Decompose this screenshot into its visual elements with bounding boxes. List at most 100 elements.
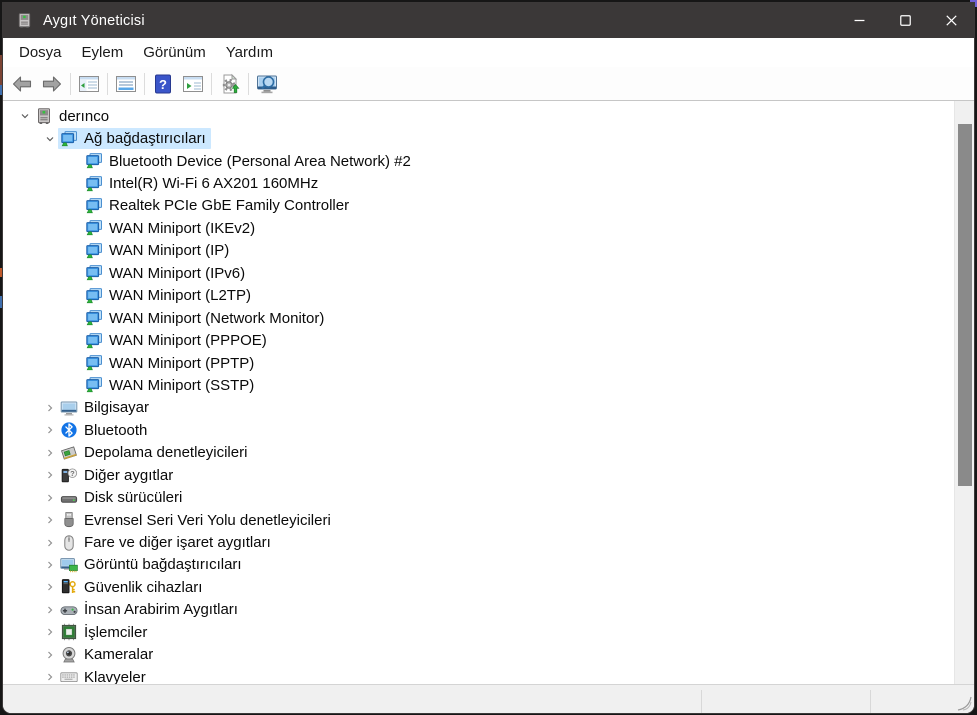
chevron-right-icon[interactable]: [42, 467, 58, 483]
tree-item-body[interactable]: İşlemciler: [58, 622, 152, 643]
tree-item-body[interactable]: WAN Miniport (PPTP): [83, 353, 259, 374]
close-button[interactable]: [928, 3, 974, 38]
tree-item-body[interactable]: Evrensel Seri Veri Yolu denetleyicileri: [58, 510, 336, 531]
tree-item[interactable]: Disk sürücüleri: [3, 486, 954, 508]
tree-item[interactable]: Bluetooth Device (Personal Area Network)…: [3, 150, 954, 172]
resize-grip-icon[interactable]: [956, 695, 972, 711]
chevron-right-icon[interactable]: [42, 669, 58, 684]
search-computer-button[interactable]: [252, 69, 282, 99]
chevron-right-icon[interactable]: [42, 445, 58, 461]
chevron-right-icon[interactable]: [42, 400, 58, 416]
tree-item-body[interactable]: Bluetooth: [58, 420, 152, 441]
chevron-right-icon[interactable]: [42, 579, 58, 595]
search-computer-icon: [255, 72, 279, 96]
network-adapter-icon: [85, 152, 103, 170]
menu-yardim[interactable]: Yardım: [216, 38, 283, 67]
chevron-right-icon[interactable]: [42, 557, 58, 573]
vertical-scrollbar[interactable]: [954, 101, 974, 684]
menu-gorunum[interactable]: Görünüm: [133, 38, 216, 67]
tree-item[interactable]: Bilgisayar: [3, 397, 954, 419]
tree-item-body[interactable]: Disk sürücüleri: [58, 487, 187, 508]
tree-item[interactable]: WAN Miniport (IPv6): [3, 262, 954, 284]
tree-item[interactable]: derınco: [3, 105, 954, 127]
tree-item[interactable]: WAN Miniport (PPPOE): [3, 329, 954, 351]
chevron-right-icon[interactable]: [42, 602, 58, 618]
chevron-right-icon[interactable]: [42, 647, 58, 663]
tree-item-body[interactable]: İnsan Arabirim Aygıtları: [58, 599, 243, 620]
tree-item-body[interactable]: Klavyeler: [58, 667, 151, 684]
tree-item-body[interactable]: WAN Miniport (IP): [83, 240, 234, 261]
hid-icon: [60, 601, 78, 619]
tree-item[interactable]: WAN Miniport (L2TP): [3, 285, 954, 307]
chevron-right-icon[interactable]: [42, 422, 58, 438]
tree-item-body[interactable]: WAN Miniport (SSTP): [83, 375, 259, 396]
maximize-button[interactable]: [882, 3, 928, 38]
tree-item-body[interactable]: Fare ve diğer işaret aygıtları: [58, 532, 276, 553]
tree-item-body[interactable]: WAN Miniport (Network Monitor): [83, 308, 329, 329]
forward-arrow-icon: [40, 72, 64, 96]
tree-item-body[interactable]: Realtek PCIe GbE Family Controller: [83, 195, 354, 216]
tree-item-label: Diğer aygıtlar: [84, 466, 174, 484]
tree-item-body[interactable]: Bilgisayar: [58, 397, 154, 418]
tree-item[interactable]: Ağ bağdaştırıcıları: [3, 127, 954, 150]
chevron-down-icon[interactable]: [42, 131, 58, 147]
tree-item-body[interactable]: Görüntü bağdaştırıcıları: [58, 554, 247, 575]
security-icon: [60, 578, 78, 596]
tree-item-body[interactable]: WAN Miniport (IKEv2): [83, 218, 260, 239]
tree-item[interactable]: WAN Miniport (PPTP): [3, 352, 954, 374]
bluetooth-icon: [60, 421, 78, 439]
tree-item-body[interactable]: Güvenlik cihazları: [58, 577, 207, 598]
tree-item[interactable]: İnsan Arabirim Aygıtları: [3, 599, 954, 621]
tree-item[interactable]: Görüntü bağdaştırıcıları: [3, 554, 954, 576]
action-pane-button[interactable]: [178, 69, 208, 99]
properties-button[interactable]: [111, 69, 141, 99]
tree-item[interactable]: WAN Miniport (Network Monitor): [3, 307, 954, 329]
network-adapter-icon: [85, 332, 103, 350]
chevron-down-icon[interactable]: [17, 108, 33, 124]
tree-item[interactable]: Fare ve diğer işaret aygıtları: [3, 531, 954, 553]
tree-item-label: Disk sürücüleri: [84, 489, 183, 507]
tree-item[interactable]: Depolama denetleyicileri: [3, 442, 954, 464]
chevron-right-icon[interactable]: [42, 535, 58, 551]
cpu-icon: [60, 623, 78, 641]
scrollbar-thumb[interactable]: [958, 124, 972, 486]
minimize-button[interactable]: [836, 3, 882, 38]
tree-item[interactable]: Klavyeler: [3, 666, 954, 684]
network-adapter-icon: [85, 309, 103, 327]
chevron-right-icon[interactable]: [42, 512, 58, 528]
scan-hardware-changes-button[interactable]: [215, 69, 245, 99]
tree-item-body[interactable]: WAN Miniport (PPPOE): [83, 330, 272, 351]
chevron-right-icon[interactable]: [42, 490, 58, 506]
tree-item-body[interactable]: Kameralar: [58, 644, 158, 665]
tree-item[interactable]: Güvenlik cihazları: [3, 576, 954, 598]
tree-item[interactable]: WAN Miniport (IKEv2): [3, 217, 954, 239]
tree-item-body[interactable]: Intel(R) Wi-Fi 6 AX201 160MHz: [83, 173, 323, 194]
tree-item[interactable]: Realtek PCIe GbE Family Controller: [3, 195, 954, 217]
chevron-right-icon[interactable]: [42, 624, 58, 640]
tree-item[interactable]: WAN Miniport (IP): [3, 240, 954, 262]
tree-item[interactable]: Bluetooth: [3, 419, 954, 441]
help-button[interactable]: ?: [148, 69, 178, 99]
console-tree-button[interactable]: [74, 69, 104, 99]
tree-item[interactable]: İşlemciler: [3, 621, 954, 643]
back-button[interactable]: [7, 69, 37, 99]
tree-item-body[interactable]: derınco: [33, 106, 114, 127]
menu-eylem[interactable]: Eylem: [72, 38, 134, 67]
network-adapter-icon: [85, 287, 103, 305]
tree-item-body[interactable]: Depolama denetleyicileri: [58, 442, 252, 463]
tree-item-body[interactable]: Bluetooth Device (Personal Area Network)…: [83, 151, 416, 172]
tree-item[interactable]: ? Diğer aygıtlar: [3, 464, 954, 486]
tree-item[interactable]: Kameralar: [3, 644, 954, 666]
forward-button[interactable]: [37, 69, 67, 99]
tree-item[interactable]: WAN Miniport (SSTP): [3, 374, 954, 396]
tree-item-body[interactable]: ? Diğer aygıtlar: [58, 465, 178, 486]
tree-item-body[interactable]: WAN Miniport (L2TP): [83, 285, 256, 306]
menu-dosya[interactable]: Dosya: [9, 38, 72, 67]
tree-item-selected[interactable]: Ağ bağdaştırıcıları: [58, 128, 211, 150]
tree-item-body[interactable]: WAN Miniport (IPv6): [83, 263, 250, 284]
tree-item[interactable]: Evrensel Seri Veri Yolu denetleyicileri: [3, 509, 954, 531]
tree-item[interactable]: Intel(R) Wi-Fi 6 AX201 160MHz: [3, 172, 954, 194]
